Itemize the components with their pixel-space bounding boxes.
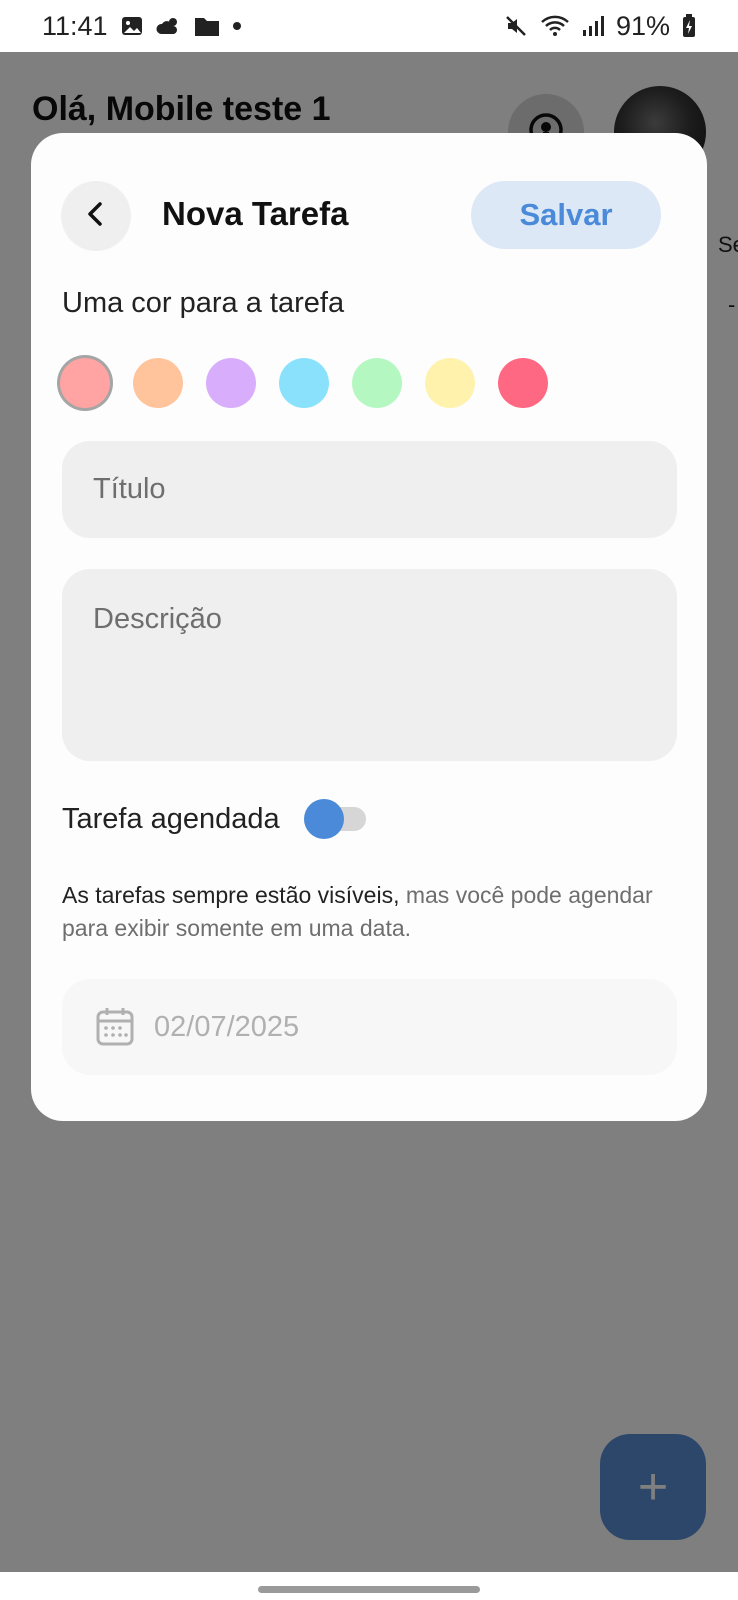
modal-title: Nova Tarefa bbox=[162, 195, 349, 232]
color-swatch-orange-light[interactable] bbox=[133, 358, 183, 408]
folder-icon bbox=[194, 15, 220, 37]
title-input[interactable]: Título bbox=[62, 441, 677, 538]
status-time: 11:41 bbox=[42, 10, 108, 41]
title-placeholder: Título bbox=[93, 473, 166, 505]
home-indicator[interactable] bbox=[258, 1586, 480, 1593]
info-text-main: As tarefas sempre estão visíveis, bbox=[62, 882, 400, 908]
save-button[interactable]: Salvar bbox=[471, 181, 661, 249]
color-swatch-purple-light[interactable] bbox=[206, 358, 256, 408]
color-swatch-green-light[interactable] bbox=[352, 358, 402, 408]
toggle-thumb bbox=[303, 799, 344, 839]
wifi-icon bbox=[540, 14, 570, 38]
color-label: Uma cor para a tarefa bbox=[62, 287, 345, 319]
navigation-bar bbox=[0, 1572, 738, 1600]
new-task-modal: Nova Tarefa Salvar Uma cor para a tarefa… bbox=[31, 133, 707, 1121]
signal-icon bbox=[582, 15, 604, 37]
scheduled-label: Tarefa agendada bbox=[62, 802, 280, 835]
info-text: As tarefas sempre estão visíveis, mas vo… bbox=[62, 879, 682, 945]
color-swatch-red-light[interactable] bbox=[60, 358, 110, 408]
description-placeholder: Descrição bbox=[93, 603, 222, 635]
color-picker bbox=[60, 358, 548, 408]
color-swatch-yellow-light[interactable] bbox=[425, 358, 475, 408]
color-swatch-pink-red[interactable] bbox=[498, 358, 548, 408]
back-button[interactable] bbox=[61, 181, 131, 251]
date-value: 02/07/2025 bbox=[154, 1010, 300, 1043]
scheduled-toggle[interactable] bbox=[303, 798, 366, 840]
status-bar-right: 91% bbox=[504, 11, 696, 42]
status-bar: 11:41 91% bbox=[0, 0, 738, 52]
gallery-icon bbox=[120, 14, 144, 38]
mute-icon bbox=[504, 14, 528, 38]
battery-charging-icon bbox=[682, 14, 696, 38]
dot-icon bbox=[232, 21, 242, 31]
battery-percent: 91% bbox=[615, 10, 670, 41]
scheduled-row: Tarefa agendada bbox=[62, 798, 366, 840]
color-swatch-blue-light[interactable] bbox=[279, 358, 329, 408]
description-input[interactable]: Descrição bbox=[62, 569, 677, 761]
chevron-left-icon bbox=[82, 200, 110, 233]
date-field[interactable]: 02/07/2025 bbox=[62, 979, 677, 1075]
status-bar-left: 11:41 bbox=[42, 11, 242, 42]
calendar-icon bbox=[94, 1006, 136, 1048]
weather-icon bbox=[156, 14, 182, 38]
